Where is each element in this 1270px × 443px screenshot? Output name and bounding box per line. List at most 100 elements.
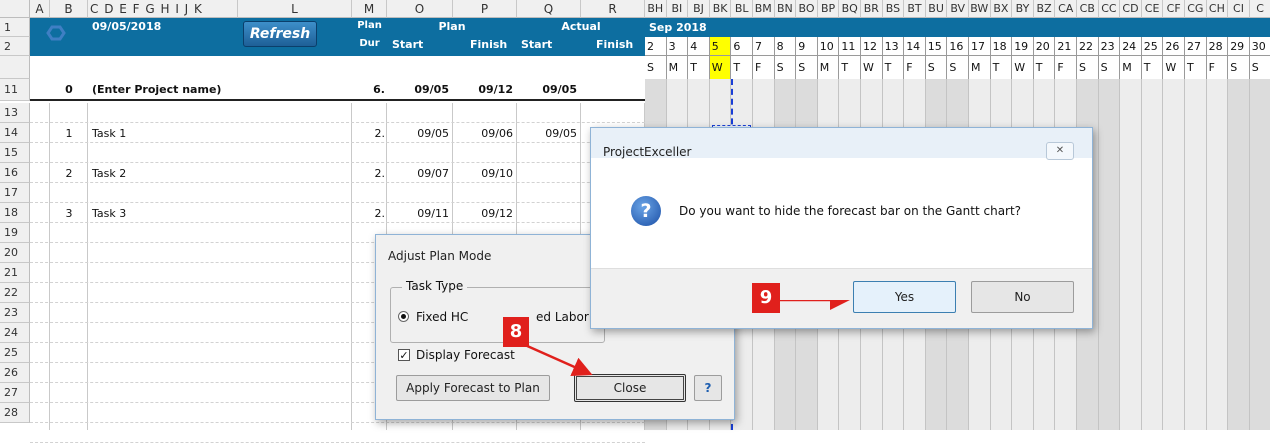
- plan-dur-label: Plan: [357, 20, 382, 31]
- col-header-b[interactable]: B: [50, 0, 88, 18]
- gantt-day-number: 7: [753, 37, 775, 56]
- col-header-gantt[interactable]: BR: [861, 0, 883, 18]
- gantt-day-of-week: T: [731, 56, 753, 79]
- row-header[interactable]: 16: [0, 163, 30, 183]
- col-header-gantt[interactable]: CC: [1098, 0, 1121, 18]
- message-text: Do you want to hide the forecast bar on …: [679, 204, 1022, 218]
- row-header[interactable]: 14: [0, 123, 30, 143]
- col-header-gantt[interactable]: CF: [1163, 0, 1185, 18]
- row-header[interactable]: 24: [0, 323, 30, 343]
- display-forecast-checkbox[interactable]: ✓: [398, 349, 410, 361]
- gantt-day-number: 14: [904, 37, 926, 56]
- row-header[interactable]: 18: [0, 203, 30, 223]
- fixed-hc-radio[interactable]: [398, 311, 409, 322]
- close-icon[interactable]: ✕: [1046, 142, 1074, 160]
- gantt-day-number: 3: [666, 37, 689, 56]
- task-name[interactable]: Task 2: [92, 167, 126, 180]
- row-header[interactable]: 28: [0, 403, 30, 423]
- gantt-day-of-week: S: [1228, 56, 1250, 79]
- row-header[interactable]: 11: [0, 79, 30, 101]
- task-dur: 2.: [374, 207, 386, 220]
- col-header-gantt[interactable]: BW: [969, 0, 991, 18]
- col-header-q[interactable]: Q: [517, 0, 581, 18]
- gantt-day-number: 26: [1163, 37, 1185, 56]
- col-header-gantt[interactable]: C: [1249, 0, 1270, 18]
- col-header-gantt[interactable]: BH: [645, 0, 667, 18]
- gantt-day-of-week: S: [774, 56, 797, 79]
- link-icon[interactable]: [46, 21, 72, 45]
- col-header-gantt[interactable]: BQ: [839, 0, 861, 18]
- col-header-gantt[interactable]: BI: [666, 0, 689, 18]
- gantt-day-number: 10: [817, 37, 840, 56]
- message-title: ProjectExceller: [603, 145, 692, 159]
- col-header-gantt[interactable]: CA: [1055, 0, 1077, 18]
- row-header[interactable]: 2: [0, 37, 30, 56]
- col-header-c-k[interactable]: C D E F G H I J K: [88, 0, 238, 18]
- gantt-day-of-week: T: [688, 56, 710, 79]
- row-header[interactable]: 13: [0, 103, 30, 123]
- gantt-day-number: 2: [645, 37, 667, 56]
- col-header-p[interactable]: P: [453, 0, 517, 18]
- row-header[interactable]: 19: [0, 223, 30, 243]
- col-header-gantt[interactable]: CH: [1206, 0, 1229, 18]
- task-name[interactable]: Task 3: [92, 207, 126, 220]
- gantt-day-of-week: S: [1249, 56, 1270, 79]
- col-header-gantt[interactable]: BO: [796, 0, 818, 18]
- col-header-gantt[interactable]: CE: [1141, 0, 1164, 18]
- fixed-hc-label: Fixed HC: [416, 310, 469, 324]
- row-header[interactable]: 23: [0, 303, 30, 323]
- col-header-m[interactable]: M: [352, 0, 387, 18]
- row-header[interactable]: 25: [0, 343, 30, 363]
- plan-finish-label: Finish: [470, 38, 508, 51]
- col-header-gantt[interactable]: BY: [1012, 0, 1034, 18]
- col-header-gantt[interactable]: CD: [1120, 0, 1142, 18]
- col-header-gantt[interactable]: BJ: [688, 0, 710, 18]
- project-dur: 6.: [373, 83, 385, 96]
- row-header[interactable]: 27: [0, 383, 30, 403]
- gantt-day-of-week: M: [969, 56, 991, 79]
- callout-arrows: [524, 300, 850, 377]
- project-name[interactable]: (Enter Project name): [92, 83, 221, 96]
- col-header-gantt[interactable]: BN: [774, 0, 797, 18]
- col-header-gantt[interactable]: BU: [925, 0, 948, 18]
- select-all-corner[interactable]: [0, 0, 30, 18]
- gantt-day-number: 28: [1206, 37, 1229, 56]
- gantt-day-column: [1249, 79, 1270, 430]
- no-button[interactable]: No: [971, 281, 1074, 313]
- col-header-gantt[interactable]: BS: [882, 0, 905, 18]
- row-header[interactable]: 26: [0, 363, 30, 383]
- row-header[interactable]: 1: [0, 18, 30, 37]
- project-date: 09/05/2018: [92, 20, 162, 33]
- row-header[interactable]: 17: [0, 183, 30, 203]
- row-header[interactable]: 20: [0, 243, 30, 263]
- gantt-day-of-week: T: [1033, 56, 1056, 79]
- actual-finish-label: Finish: [596, 38, 634, 51]
- refresh-button[interactable]: Refresh: [243, 21, 317, 47]
- gantt-day-number: 9: [796, 37, 818, 56]
- col-header-gantt[interactable]: BM: [753, 0, 775, 18]
- col-header-gantt[interactable]: BL: [731, 0, 753, 18]
- col-header-a[interactable]: A: [30, 0, 50, 18]
- row-header[interactable]: 21: [0, 263, 30, 283]
- col-header-o[interactable]: O: [387, 0, 453, 18]
- gantt-day-column: [1185, 79, 1207, 430]
- gantt-day-number: 17: [969, 37, 991, 56]
- sheet-row: [30, 103, 645, 123]
- col-header-gantt[interactable]: BV: [947, 0, 969, 18]
- col-header-l[interactable]: L: [238, 0, 352, 18]
- col-header-gantt[interactable]: BP: [817, 0, 840, 18]
- col-header-gantt[interactable]: CI: [1228, 0, 1250, 18]
- col-header-gantt[interactable]: CG: [1185, 0, 1207, 18]
- col-header-gantt[interactable]: BX: [990, 0, 1013, 18]
- col-header-gantt[interactable]: BK: [709, 0, 732, 18]
- col-header-gantt[interactable]: CB: [1077, 0, 1099, 18]
- gantt-day-of-week: F: [1206, 56, 1229, 79]
- row-header-hidden-gap: [0, 56, 30, 79]
- col-header-r[interactable]: R: [581, 0, 645, 18]
- col-header-gantt[interactable]: BZ: [1033, 0, 1056, 18]
- row-header[interactable]: 15: [0, 143, 30, 163]
- task-name[interactable]: Task 1: [92, 127, 126, 140]
- row-header[interactable]: 22: [0, 283, 30, 303]
- col-header-gantt[interactable]: BT: [904, 0, 926, 18]
- gantt-day-of-week: M: [666, 56, 689, 79]
